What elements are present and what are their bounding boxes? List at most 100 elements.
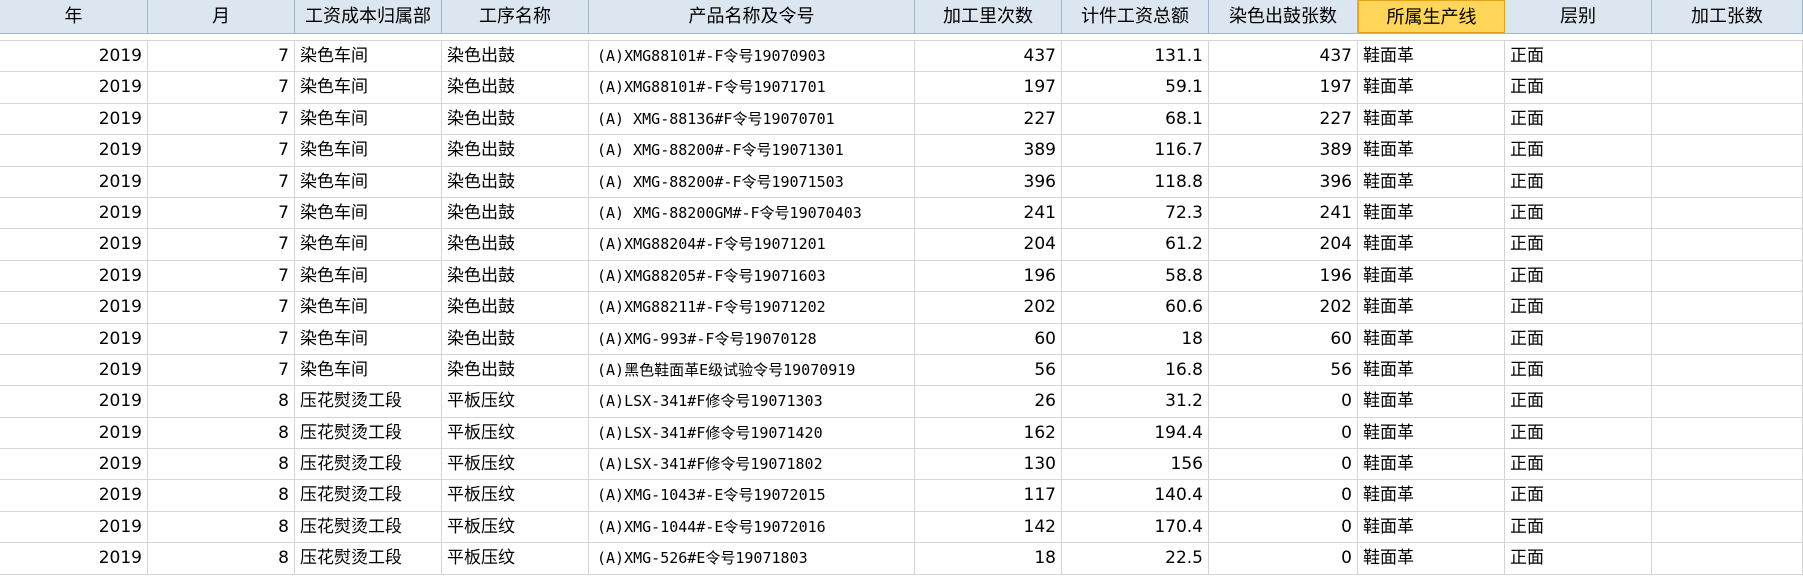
table-cell[interactable]: 平板压纹 xyxy=(442,449,589,480)
table-cell[interactable]: 59.1 xyxy=(1062,72,1209,103)
column-header-piece-wage[interactable]: 计件工资总额 xyxy=(1062,0,1209,33)
column-header-sheets[interactable]: 加工张数 xyxy=(1652,0,1803,33)
table-cell[interactable]: 鞋面革 xyxy=(1358,354,1505,386)
table-cell[interactable] xyxy=(1652,103,1803,135)
table-cell[interactable]: 鞋面革 xyxy=(1358,511,1505,543)
table-cell[interactable]: 7 xyxy=(148,135,295,166)
table-cell[interactable]: 染色车间 xyxy=(295,260,442,292)
table-cell[interactable]: 正面 xyxy=(1505,103,1652,135)
table-cell[interactable]: 18 xyxy=(1062,323,1209,354)
table-cell[interactable]: 鞋面革 xyxy=(1358,480,1505,511)
table-cell[interactable]: 2019 xyxy=(0,229,148,260)
table-cell[interactable]: (A) XMG-88136#F令号19070701 xyxy=(589,103,915,135)
table-cell[interactable]: 61.2 xyxy=(1062,229,1209,260)
table-cell[interactable]: 正面 xyxy=(1505,166,1652,197)
table-cell[interactable]: 正面 xyxy=(1505,292,1652,323)
table-cell[interactable]: 2019 xyxy=(0,417,148,449)
table-cell[interactable]: 241 xyxy=(1209,197,1358,229)
table-cell[interactable] xyxy=(1652,292,1803,323)
table-cell[interactable] xyxy=(1652,135,1803,166)
table-cell[interactable]: 202 xyxy=(915,292,1062,323)
table-cell[interactable]: 鞋面革 xyxy=(1358,229,1505,260)
table-cell[interactable]: 58.8 xyxy=(1062,260,1209,292)
table-cell[interactable]: 8 xyxy=(148,449,295,480)
table-cell[interactable]: 118.8 xyxy=(1062,166,1209,197)
table-cell[interactable]: 染色出鼓 xyxy=(442,166,589,197)
table-cell[interactable] xyxy=(1652,543,1803,574)
table-cell[interactable]: 140.4 xyxy=(1062,480,1209,511)
table-cell[interactable]: 正面 xyxy=(1505,41,1652,72)
table-cell[interactable]: 压花熨烫工段 xyxy=(295,386,442,417)
table-cell[interactable]: 正面 xyxy=(1505,511,1652,543)
table-cell[interactable]: 18 xyxy=(915,543,1062,574)
table-cell[interactable] xyxy=(1652,386,1803,417)
table-cell[interactable]: 正面 xyxy=(1505,449,1652,480)
table-cell[interactable]: 170.4 xyxy=(1062,511,1209,543)
table-cell[interactable]: (A) XMG-88200#-F令号19071301 xyxy=(589,135,915,166)
table-cell[interactable]: 2019 xyxy=(0,449,148,480)
table-cell[interactable]: 正面 xyxy=(1505,354,1652,386)
table-cell[interactable] xyxy=(1652,449,1803,480)
table-cell[interactable]: 压花熨烫工段 xyxy=(295,543,442,574)
table-cell[interactable]: 7 xyxy=(148,354,295,386)
table-cell[interactable]: 7 xyxy=(148,72,295,103)
table-cell[interactable]: 7 xyxy=(148,229,295,260)
table-cell[interactable]: 131.1 xyxy=(1062,41,1209,72)
table-cell[interactable]: 7 xyxy=(148,260,295,292)
table-cell[interactable]: 2019 xyxy=(0,480,148,511)
table-cell[interactable]: 130 xyxy=(915,449,1062,480)
table-cell[interactable]: 197 xyxy=(1209,72,1358,103)
table-cell[interactable]: 241 xyxy=(915,197,1062,229)
table-cell[interactable]: 正面 xyxy=(1505,386,1652,417)
table-cell[interactable]: 389 xyxy=(1209,135,1358,166)
table-cell[interactable]: 正面 xyxy=(1505,417,1652,449)
table-cell[interactable]: 0 xyxy=(1209,543,1358,574)
table-cell[interactable]: 染色车间 xyxy=(295,103,442,135)
table-cell[interactable]: 鞋面革 xyxy=(1358,197,1505,229)
table-cell[interactable]: 2019 xyxy=(0,543,148,574)
table-cell[interactable]: 鞋面革 xyxy=(1358,417,1505,449)
table-cell[interactable]: (A)XMG88101#-F令号19071701 xyxy=(589,72,915,103)
table-cell[interactable]: 2019 xyxy=(0,103,148,135)
table-cell[interactable]: 2019 xyxy=(0,72,148,103)
table-cell[interactable]: 染色出鼓 xyxy=(442,229,589,260)
table-cell[interactable]: 56 xyxy=(1209,354,1358,386)
table-cell[interactable]: 156 xyxy=(1062,449,1209,480)
table-cell[interactable]: 116.7 xyxy=(1062,135,1209,166)
table-cell[interactable]: 2019 xyxy=(0,292,148,323)
table-cell[interactable]: (A)LSX-341#F修令号19071303 xyxy=(589,386,915,417)
table-cell[interactable]: 7 xyxy=(148,103,295,135)
table-cell[interactable]: 7 xyxy=(148,197,295,229)
table-cell[interactable]: 染色车间 xyxy=(295,354,442,386)
table-cell[interactable]: 染色出鼓 xyxy=(442,135,589,166)
table-cell[interactable]: 染色车间 xyxy=(295,292,442,323)
table-cell[interactable]: (A)黑色鞋面革E级试验令号19070919 xyxy=(589,354,915,386)
table-cell[interactable]: 72.3 xyxy=(1062,197,1209,229)
table-cell[interactable]: 鞋面革 xyxy=(1358,323,1505,354)
column-header-month[interactable]: 月 xyxy=(148,0,295,33)
table-cell[interactable]: 染色出鼓 xyxy=(442,41,589,72)
table-cell[interactable]: 平板压纹 xyxy=(442,386,589,417)
table-cell[interactable]: 正面 xyxy=(1505,260,1652,292)
table-cell[interactable]: 正面 xyxy=(1505,323,1652,354)
column-header-production-line[interactable]: 所属生产线 xyxy=(1358,0,1505,33)
table-cell[interactable]: 2019 xyxy=(0,323,148,354)
table-cell[interactable] xyxy=(1652,417,1803,449)
table-cell[interactable]: 正面 xyxy=(1505,197,1652,229)
table-cell[interactable]: (A)LSX-341#F修令号19071420 xyxy=(589,417,915,449)
table-cell[interactable]: 正面 xyxy=(1505,229,1652,260)
table-cell[interactable]: 8 xyxy=(148,417,295,449)
table-cell[interactable]: 鞋面革 xyxy=(1358,135,1505,166)
table-cell[interactable]: 56 xyxy=(915,354,1062,386)
column-header-year[interactable]: 年 xyxy=(0,0,148,33)
table-cell[interactable]: 68.1 xyxy=(1062,103,1209,135)
table-cell[interactable]: 7 xyxy=(148,166,295,197)
table-cell[interactable]: 8 xyxy=(148,543,295,574)
table-cell[interactable]: 0 xyxy=(1209,449,1358,480)
table-cell[interactable]: (A)XMG88211#-F令号19071202 xyxy=(589,292,915,323)
table-cell[interactable]: 227 xyxy=(915,103,1062,135)
table-cell[interactable]: 鞋面革 xyxy=(1358,41,1505,72)
table-cell[interactable]: 204 xyxy=(915,229,1062,260)
table-cell[interactable]: 正面 xyxy=(1505,543,1652,574)
table-cell[interactable]: 2019 xyxy=(0,354,148,386)
